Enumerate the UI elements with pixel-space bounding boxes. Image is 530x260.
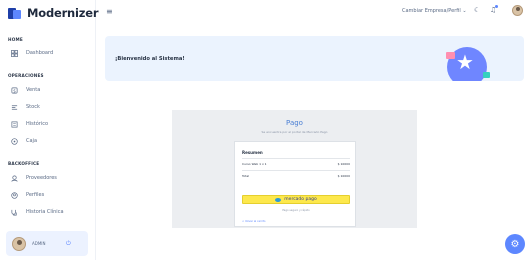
line-item-label: Curso Web 1 x 1 bbox=[242, 162, 267, 166]
sidebar-item-label: Caja bbox=[26, 138, 38, 144]
illustration-block bbox=[483, 72, 490, 78]
section-label-backoffice: BACKOFFICE bbox=[8, 161, 40, 166]
sidebar-item-label: Historia Clínica bbox=[26, 209, 64, 215]
star-icon: ★ bbox=[456, 50, 474, 74]
svg-text:$: $ bbox=[13, 88, 16, 94]
summary-title: Resumen bbox=[242, 150, 263, 155]
divider bbox=[242, 158, 350, 159]
welcome-text: ¡Bienvenido al Sistema! bbox=[115, 56, 185, 62]
payment-subtitle: Se encuentra por el portal de Mercado Pa… bbox=[261, 130, 328, 134]
user-card: ADMIN ⏻ bbox=[6, 231, 88, 256]
sidebar-item-perfiles[interactable]: Perfiles bbox=[10, 190, 44, 200]
sidebar-item-venta[interactable]: $ Venta bbox=[10, 85, 40, 95]
sidebar-item-proveedores[interactable]: Proveedores bbox=[10, 173, 57, 183]
gear-icon: ⚙ bbox=[510, 238, 520, 250]
payment-section: Pago Se encuentra por el portal de Merca… bbox=[172, 110, 417, 228]
sidebar-item-label: Dashboard bbox=[26, 50, 54, 56]
sidebar-item-stock[interactable]: Stock bbox=[10, 102, 40, 112]
settings-fab[interactable]: ⚙ bbox=[505, 234, 525, 254]
company-profile-switch[interactable]: Cambiar Empresa/Perfil ⌄ bbox=[402, 8, 467, 14]
brand-logo-icon bbox=[8, 7, 22, 19]
mercado-pago-icon bbox=[275, 197, 282, 202]
cart-icon: $ bbox=[10, 86, 18, 94]
sidebar-item-dashboard[interactable]: Dashboard bbox=[10, 48, 53, 58]
payment-title: Pago bbox=[286, 119, 303, 127]
topbar: ≡ Cambiar Empresa/Perfil ⌄ ☾ ♫ bbox=[96, 0, 530, 24]
sidebar: Modernizer HOME Dashboard OPERACIONES $ … bbox=[0, 0, 99, 260]
section-label-home: HOME bbox=[8, 37, 23, 42]
notification-badge bbox=[495, 5, 498, 8]
history-icon bbox=[10, 120, 18, 128]
illustration-tag bbox=[446, 52, 455, 59]
cash-icon bbox=[10, 137, 18, 145]
sidebar-item-label: Perfiles bbox=[26, 192, 45, 198]
line-item-amount: $ 10000 bbox=[337, 162, 350, 166]
sidebar-item-historico[interactable]: Histórico bbox=[10, 119, 48, 129]
payment-card: Resumen Curso Web 1 x 1 $ 10000 Total $ … bbox=[234, 141, 356, 227]
sidebar-item-label: Venta bbox=[26, 87, 41, 93]
menu-icon[interactable]: ≡ bbox=[106, 7, 113, 16]
total-label: Total bbox=[242, 174, 250, 178]
sidebar-item-label: Proveedores bbox=[26, 175, 57, 181]
dashboard-icon bbox=[10, 49, 18, 57]
profile-icon bbox=[10, 191, 18, 199]
welcome-banner: ¡Bienvenido al Sistema! ★ bbox=[105, 36, 524, 81]
theme-toggle-icon[interactable]: ☾ bbox=[474, 6, 480, 14]
avatar bbox=[12, 236, 26, 251]
user-name: ADMIN bbox=[32, 241, 46, 246]
mercado-pago-button[interactable]: mercado pago bbox=[242, 195, 350, 204]
line-item-row: Curso Web 1 x 1 $ 10000 bbox=[242, 162, 350, 166]
sidebar-item-label: Stock bbox=[26, 104, 40, 110]
sidebar-item-historia-clinica[interactable]: Historia Clínica bbox=[10, 207, 64, 217]
brand-name: Modernizer bbox=[27, 6, 99, 20]
divider bbox=[242, 170, 350, 171]
brand[interactable]: Modernizer bbox=[8, 6, 99, 20]
sidebar-item-caja[interactable]: Caja bbox=[10, 136, 37, 146]
mercado-pago-label: mercado pago bbox=[284, 197, 317, 202]
section-label-operaciones: OPERACIONES bbox=[8, 73, 44, 78]
total-amount: $ 10000 bbox=[337, 174, 350, 178]
clinical-icon bbox=[10, 208, 18, 216]
header-avatar[interactable] bbox=[512, 5, 523, 16]
stock-icon bbox=[10, 103, 18, 111]
power-icon[interactable]: ⏻ bbox=[66, 240, 71, 248]
secure-note: Pago seguro y rápido bbox=[282, 209, 310, 212]
truck-icon bbox=[10, 174, 18, 182]
back-link[interactable]: < Volver al carrito bbox=[242, 220, 265, 223]
total-row: Total $ 10000 bbox=[242, 174, 350, 178]
sidebar-item-label: Histórico bbox=[26, 121, 49, 127]
